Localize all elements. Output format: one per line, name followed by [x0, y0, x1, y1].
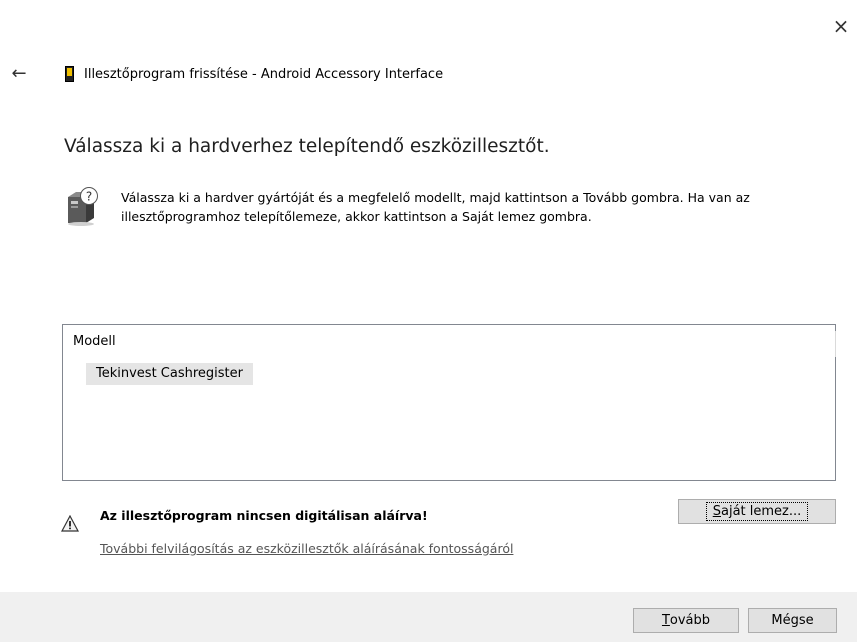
- next-mnemonic: T: [661, 613, 670, 628]
- model-column-header[interactable]: Modell: [73, 334, 116, 349]
- close-icon[interactable]: ×: [831, 16, 851, 36]
- have-disk-button-label: Saját lemez...: [705, 502, 809, 521]
- model-list-item[interactable]: Tekinvest Cashregister: [86, 363, 253, 385]
- have-disk-mnemonic: S: [712, 504, 721, 519]
- next-button[interactable]: Tovább: [633, 608, 739, 633]
- have-disk-button[interactable]: Saját lemez...: [678, 499, 836, 524]
- unsigned-driver-warning: Az illesztőprogram nincsen digitálisan a…: [100, 508, 428, 523]
- cancel-button[interactable]: Mégse: [748, 608, 837, 633]
- model-list[interactable]: Modell Tekinvest Cashregister: [62, 324, 836, 481]
- next-label-rest: ovább: [669, 613, 711, 628]
- device-icon: [65, 66, 74, 82]
- wizard-title: Illesztőprogram frissítése - Android Acc…: [65, 63, 443, 85]
- driver-signing-info-link[interactable]: További felvilágosítás az eszközillesztő…: [100, 541, 513, 556]
- have-disk-label-rest: aját lemez...: [720, 504, 802, 519]
- warning-icon: [61, 515, 79, 532]
- page-heading: Válassza ki a hardverhez telepítendő esz…: [64, 136, 550, 157]
- svg-text:?: ?: [86, 190, 92, 204]
- hardware-help-icon: ?: [68, 187, 98, 226]
- wizard-title-text: Illesztőprogram frissítése - Android Acc…: [84, 66, 444, 82]
- back-arrow-icon[interactable]: ←: [8, 63, 30, 85]
- instruction-text: Válassza ki a hardver gyártóját és a meg…: [121, 190, 750, 224]
- column-divider: [835, 331, 836, 357]
